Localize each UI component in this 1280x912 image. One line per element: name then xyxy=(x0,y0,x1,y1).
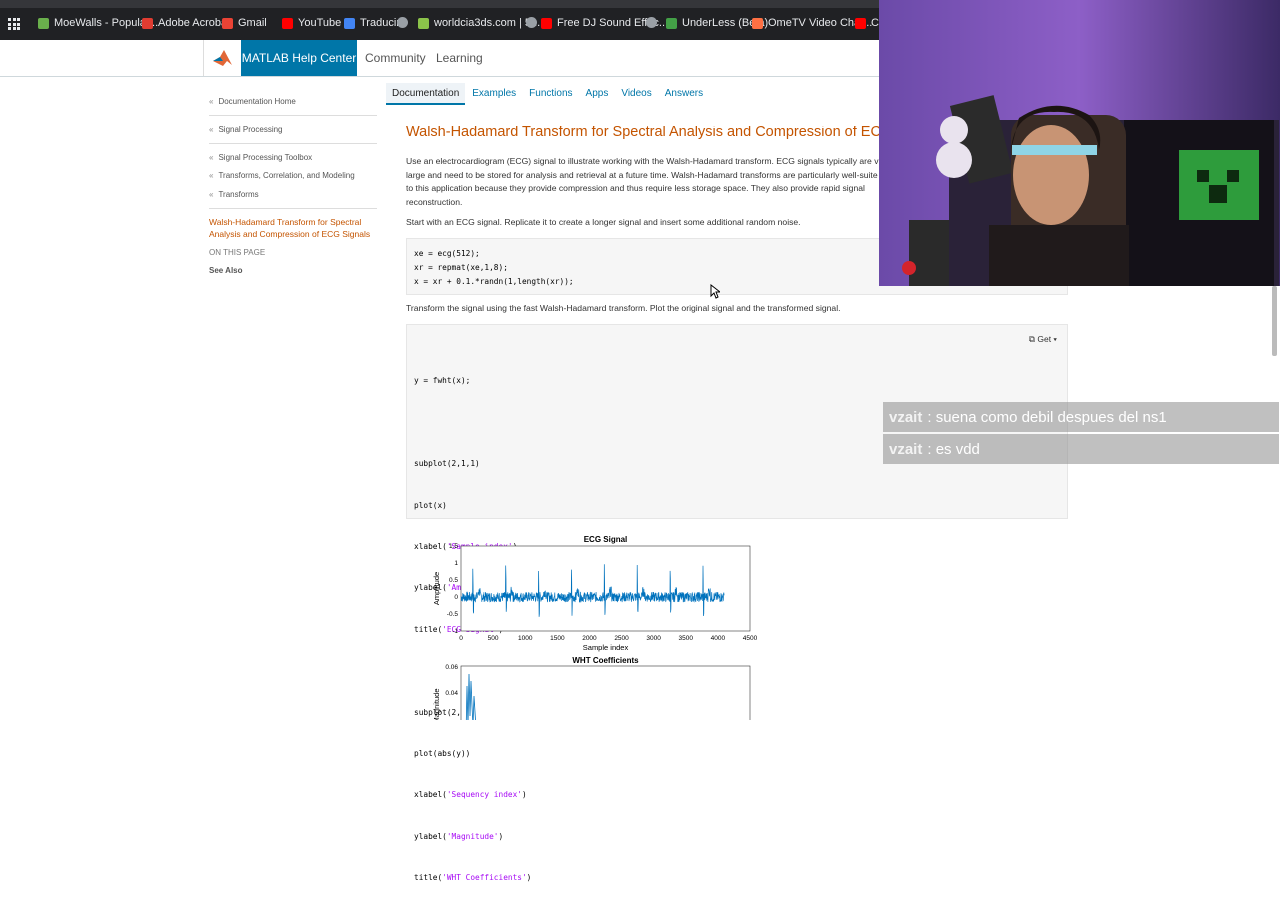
string-literal: 'WHT Coefficients' xyxy=(442,873,527,883)
sidebar-link-toolbox[interactable]: «Signal Processing Toolbox xyxy=(209,153,312,162)
webcam-overlay xyxy=(879,0,1280,286)
plot-area xyxy=(460,665,751,720)
tab-functions[interactable]: Functions xyxy=(523,83,578,105)
tab-documentation[interactable]: Documentation xyxy=(386,83,466,105)
apps-grid-icon[interactable] xyxy=(8,18,20,30)
bookmark-favicon-icon xyxy=(344,17,355,29)
see-also-link[interactable]: See Also xyxy=(209,266,243,275)
y-tick-label: 0.06 xyxy=(445,664,458,671)
y-tick-label: -0.5 xyxy=(447,611,459,618)
x-tick-label: 2000 xyxy=(582,635,597,642)
bookmark-favicon-icon xyxy=(418,17,429,29)
sidebar-link-documentation-home[interactable]: «Documentation Home xyxy=(209,97,296,106)
sidebar-current-page[interactable]: Walsh-Hadamard Transform for Spectral An… xyxy=(209,216,374,240)
sidebar-link-transforms-correlation[interactable]: «Transforms, Correlation, and Modeling xyxy=(209,171,355,180)
x-tick-label: 1500 xyxy=(550,635,565,642)
bookmark-item[interactable] xyxy=(646,17,657,28)
chart-title: ECG Signal xyxy=(584,535,628,544)
x-tick-label: 4500 xyxy=(743,635,758,642)
help-center-link[interactable]: MATLAB Help Center xyxy=(241,40,357,76)
sidebar-link-signal-processing[interactable]: «Signal Processing xyxy=(209,125,283,134)
doc-tabs: Documentation Examples Functions Apps Vi… xyxy=(386,83,710,105)
x-tick-label: 1000 xyxy=(518,635,533,642)
tab-answers[interactable]: Answers xyxy=(659,83,709,105)
bookmark-favicon-icon xyxy=(397,17,408,28)
intro-paragraph: Use an electrocardiogram (ECG) signal to… xyxy=(406,156,879,207)
bookmark-favicon-icon xyxy=(222,17,233,29)
y-tick-label: 0.5 xyxy=(449,577,458,584)
plot-area xyxy=(460,545,751,632)
page-title: Walsh-Hadamard Transform for Spectral An… xyxy=(406,126,886,140)
bookmark-favicon-icon xyxy=(855,17,866,29)
bookmark-item[interactable] xyxy=(526,17,537,28)
bookmark-item[interactable]: Adobe Acrobat xyxy=(142,17,230,29)
chat-message: vzait: es vdd xyxy=(883,434,1279,464)
bookmark-item[interactable]: MoeWalls - Popular... xyxy=(38,17,158,29)
tab-examples[interactable]: Examples xyxy=(466,83,522,105)
ecg-figure: ECG Signal 0 500 1000 1500 2000 2500 3000 3500 40… xyxy=(432,535,758,720)
divider xyxy=(209,115,377,116)
bookmark-favicon-icon xyxy=(646,17,657,28)
bookmark-favicon-icon xyxy=(282,17,293,29)
y-tick-label: 1 xyxy=(454,560,458,567)
y-axis-label: Amplitude xyxy=(432,572,441,605)
x-tick-label: 2500 xyxy=(614,635,629,642)
y-tick-label: 1.5 xyxy=(449,543,458,550)
y-tick-label: -1 xyxy=(452,628,458,635)
y-tick-label: 0 xyxy=(454,594,458,601)
divider xyxy=(209,143,377,144)
y-tick-label: 0.04 xyxy=(445,690,458,697)
divider xyxy=(209,208,377,209)
bookmark-favicon-icon xyxy=(142,17,153,29)
paragraph-transform: Transform the signal using the fast Wals… xyxy=(406,303,841,313)
bookmark-item[interactable]: Traducir xyxy=(344,17,400,29)
chart-title: WHT Coefficients xyxy=(572,656,639,665)
x-tick-label: 3500 xyxy=(679,635,694,642)
bookmark-favicon-icon xyxy=(526,17,537,28)
tab-apps[interactable]: Apps xyxy=(580,83,615,105)
mouse-cursor-icon xyxy=(710,284,720,299)
tab-videos[interactable]: Videos xyxy=(615,83,657,105)
get-code-button[interactable]: ⧉ Get ▾ xyxy=(1029,333,1057,347)
x-tick-label: 4000 xyxy=(711,635,726,642)
bookmark-favicon-icon xyxy=(666,17,677,29)
bookmark-item[interactable]: Gmail xyxy=(222,17,267,29)
bookmark-item[interactable]: worldcia3ds.com | 5... xyxy=(418,17,540,29)
matlab-logo-icon[interactable] xyxy=(203,40,241,76)
on-this-page-label: ON THIS PAGE xyxy=(209,248,266,257)
nav-community[interactable]: Community xyxy=(365,51,426,65)
y-axis-label: Magnitude xyxy=(432,688,441,720)
x-tick-label: 0 xyxy=(459,635,463,642)
chat-message: vzait: suena como debil despues del ns1 xyxy=(883,402,1279,432)
bookmark-item[interactable] xyxy=(397,17,408,28)
string-literal: 'Sequency index' xyxy=(446,790,522,800)
x-tick-label: 500 xyxy=(488,635,499,642)
x-tick-label: 3000 xyxy=(646,635,661,642)
paragraph-start-ecg: Start with an ECG signal. Replicate it t… xyxy=(406,217,801,227)
bookmark-favicon-icon xyxy=(38,17,49,29)
bookmark-favicon-icon xyxy=(541,17,552,29)
webcam-feed xyxy=(879,0,1280,286)
string-literal: 'Magnitude' xyxy=(446,831,499,841)
x-axis-label: Sample index xyxy=(583,643,629,652)
nav-learning[interactable]: Learning xyxy=(436,51,483,65)
sidebar-link-transforms[interactable]: «Transforms xyxy=(209,190,259,199)
bookmark-item[interactable]: YouTube xyxy=(282,17,341,29)
page-scrollbar[interactable] xyxy=(1272,286,1277,356)
bookmark-favicon-icon xyxy=(752,17,763,29)
